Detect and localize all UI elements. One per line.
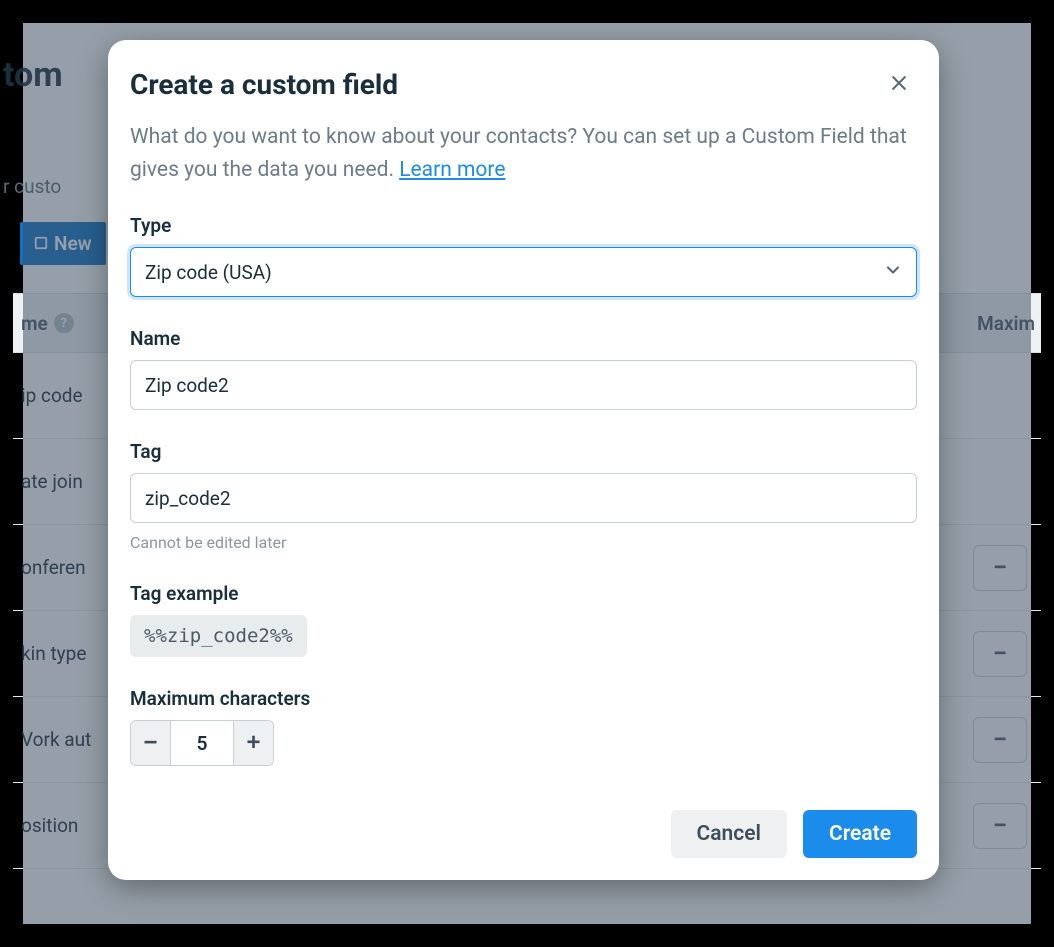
tag-label: Tag: [130, 440, 917, 463]
cancel-button[interactable]: Cancel: [671, 810, 787, 858]
type-label: Type: [130, 214, 917, 237]
chevron-down-icon: [883, 260, 903, 284]
stepper-decrement[interactable]: −: [131, 721, 171, 765]
stepper-increment[interactable]: +: [233, 721, 273, 765]
tag-help-text: Cannot be edited later: [130, 533, 917, 552]
tag-example-label: Tag example: [130, 582, 917, 605]
tag-example-value: %%zip_code2%%: [130, 615, 307, 657]
tag-field: Tag Cannot be edited later: [130, 440, 917, 552]
type-select-value: Zip code (USA): [145, 261, 272, 284]
max-chars-stepper: − 5 +: [130, 720, 274, 766]
type-select[interactable]: Zip code (USA): [130, 247, 917, 297]
close-button[interactable]: [885, 71, 913, 99]
create-custom-field-modal: Create a custom field What do you want t…: [108, 40, 939, 880]
modal-header: Create a custom field: [108, 40, 939, 105]
modal-intro: What do you want to know about your cont…: [130, 121, 917, 186]
max-chars-field: Maximum characters − 5 +: [130, 687, 917, 766]
max-chars-label: Maximum characters: [130, 687, 917, 710]
modal-title: Create a custom field: [130, 68, 398, 101]
name-field: Name: [130, 327, 917, 410]
tag-input[interactable]: [130, 473, 917, 523]
plus-icon: +: [246, 729, 260, 757]
type-field: Type Zip code (USA): [130, 214, 917, 297]
minus-icon: −: [143, 729, 157, 757]
learn-more-link[interactable]: Learn more: [399, 158, 505, 182]
name-input[interactable]: [130, 360, 917, 410]
modal-body[interactable]: What do you want to know about your cont…: [108, 105, 939, 794]
name-label: Name: [130, 327, 917, 350]
modal-intro-text: What do you want to know about your cont…: [130, 125, 907, 182]
create-button[interactable]: Create: [803, 810, 917, 858]
close-icon: [889, 73, 909, 97]
stepper-value: 5: [171, 721, 233, 765]
tag-example-field: Tag example %%zip_code2%%: [130, 582, 917, 657]
modal-footer: Cancel Create: [108, 794, 939, 880]
